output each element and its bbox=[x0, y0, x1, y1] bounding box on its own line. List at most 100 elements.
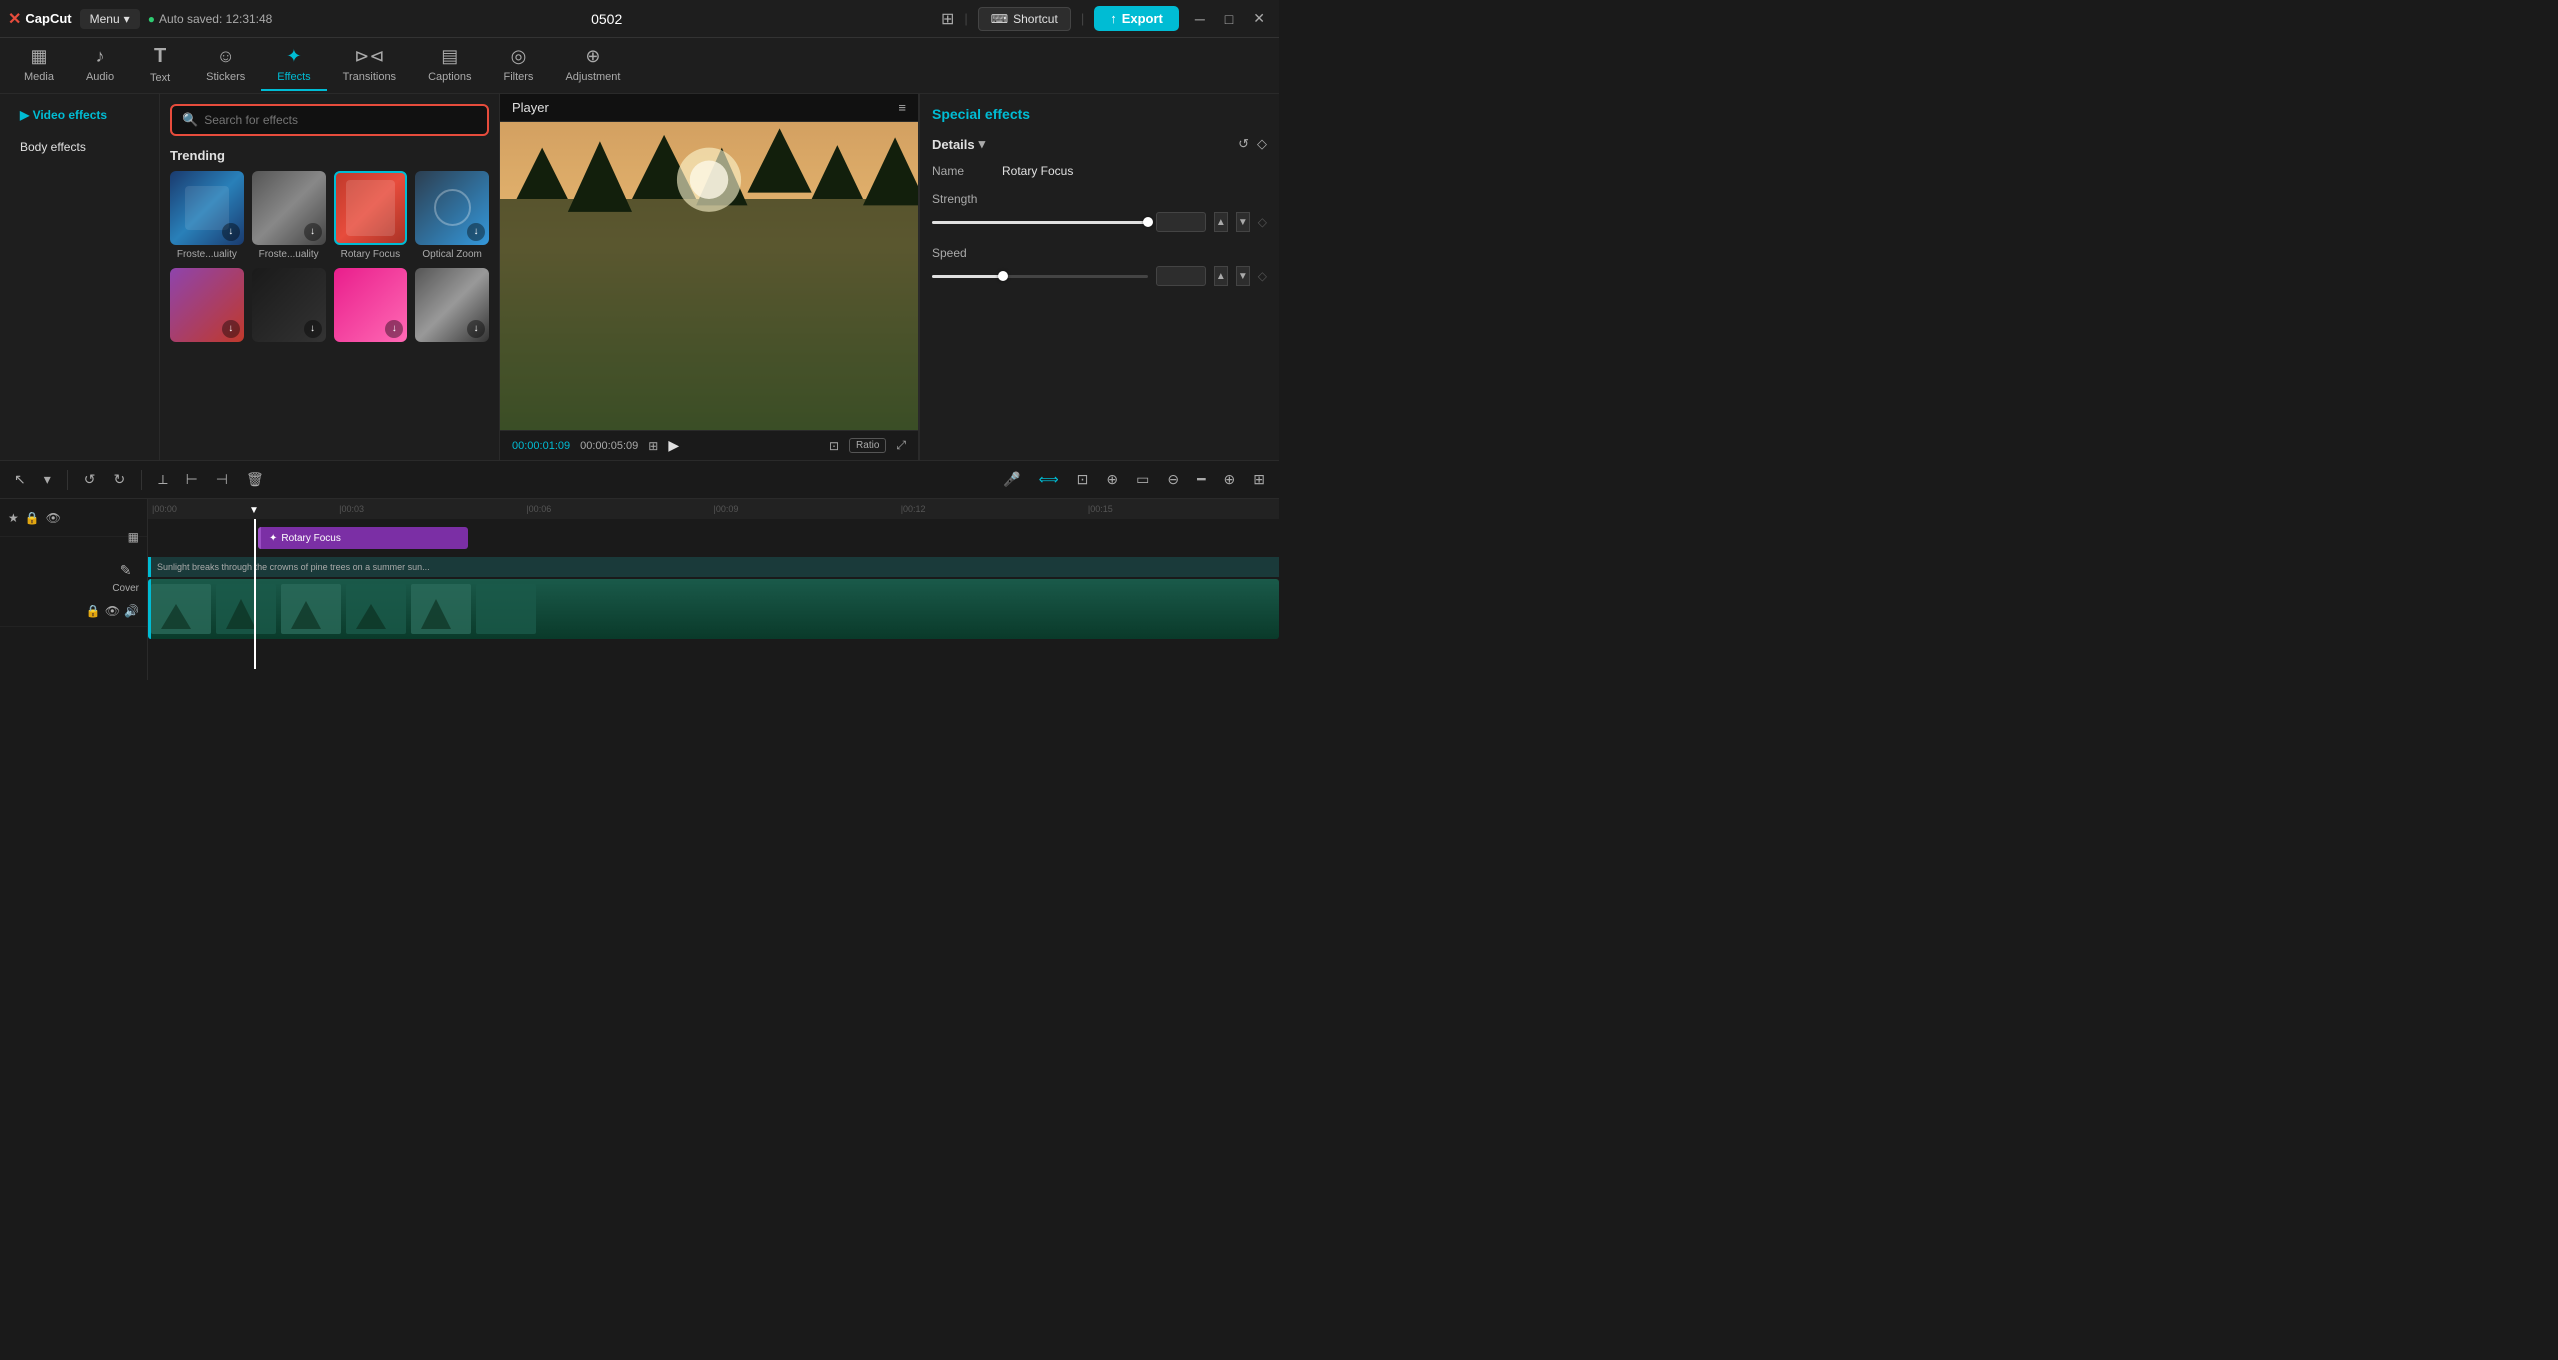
layout-icon[interactable]: ⊞ bbox=[941, 9, 954, 29]
menu-button[interactable]: Menu ▾ bbox=[80, 9, 140, 29]
align-button[interactable]: ⊕ bbox=[1100, 468, 1124, 491]
details-title: Details ▾ bbox=[932, 136, 985, 152]
body-effects-button[interactable]: Body effects bbox=[8, 134, 151, 160]
video-caption-text: Sunlight breaks through the crowns of pi… bbox=[157, 562, 430, 572]
strength-input[interactable]: 100 bbox=[1156, 212, 1206, 232]
effect-card-5[interactable]: ↓ bbox=[170, 268, 244, 346]
subtitle-button[interactable]: ▭ bbox=[1130, 468, 1155, 491]
eye-icon-video[interactable]: 👁 bbox=[105, 604, 120, 618]
grid-icon[interactable]: ⊞ bbox=[648, 439, 658, 453]
audio-icon-video[interactable]: 🔊 bbox=[124, 604, 139, 618]
redo-button[interactable]: ↻ bbox=[108, 468, 132, 491]
nav-effects[interactable]: ✦ Effects bbox=[261, 40, 326, 91]
player-area: Player ≡ bbox=[499, 94, 919, 460]
search-box[interactable]: 🔍 bbox=[170, 104, 489, 136]
nav-text[interactable]: T Text bbox=[130, 39, 190, 92]
effects-track-clip[interactable]: ✦ Rotary Focus bbox=[258, 527, 468, 549]
search-input[interactable] bbox=[204, 113, 477, 127]
cover-label: Cover bbox=[112, 583, 139, 594]
player-menu-icon[interactable]: ≡ bbox=[898, 100, 906, 115]
undo-button[interactable]: ↺ bbox=[78, 468, 102, 491]
speed-up-button[interactable]: ▲ bbox=[1214, 266, 1228, 286]
lock-icon-effects[interactable]: 🔒 bbox=[25, 511, 40, 525]
effect-thumb-1: ↓ bbox=[170, 171, 244, 245]
zoom-in-button[interactable]: ⊕ bbox=[1218, 468, 1242, 491]
effect-card-3[interactable]: Rotary Focus bbox=[334, 171, 408, 260]
effect-card-7[interactable]: ↓ bbox=[334, 268, 408, 346]
strength-thumb[interactable] bbox=[1143, 217, 1153, 227]
effect-label-3: Rotary Focus bbox=[341, 249, 400, 260]
mic-button[interactable]: 🎤 bbox=[997, 468, 1026, 491]
lock-icon-video[interactable]: 🔒 bbox=[86, 604, 101, 618]
strength-track[interactable] bbox=[932, 221, 1148, 224]
video-track-header: ▦ ✎ Cover 🔒 👁 🔊 bbox=[0, 537, 147, 627]
speed-track[interactable] bbox=[932, 275, 1148, 278]
strength-reset-icon[interactable]: ◇ bbox=[1258, 215, 1267, 229]
video-effects-button[interactable]: Video effects bbox=[8, 102, 151, 128]
details-actions: ↺ ◇ bbox=[1238, 136, 1267, 152]
video-caption-bar[interactable]: Sunlight breaks through the crowns of pi… bbox=[148, 557, 1279, 577]
diamond-icon[interactable]: ◇ bbox=[1257, 136, 1267, 152]
fullscreen-icon[interactable]: ⤢ bbox=[896, 438, 906, 453]
download-icon-8: ↓ bbox=[467, 320, 485, 338]
nav-audio[interactable]: ♪ Audio bbox=[70, 40, 130, 91]
star-icon[interactable]: ★ bbox=[8, 511, 19, 525]
nav-media-label: Media bbox=[24, 71, 54, 83]
video-clip[interactable] bbox=[148, 579, 1279, 639]
ratio-button[interactable]: Ratio bbox=[849, 438, 886, 453]
undo-icon[interactable]: ↺ bbox=[1238, 136, 1249, 152]
player-controls: 00:00:01:09 00:00:05:09 ⊞ ▶ ⊡ Ratio ⤢ bbox=[500, 430, 918, 460]
nav-captions[interactable]: ▤ Captions bbox=[412, 40, 487, 91]
split-button[interactable]: ⟂ bbox=[152, 468, 173, 491]
zoom-slider[interactable]: ━ bbox=[1191, 468, 1211, 491]
nav-adjustment[interactable]: ⊕ Adjustment bbox=[549, 40, 636, 91]
adjustment-icon: ⊕ bbox=[585, 46, 600, 67]
play-button[interactable]: ▶ bbox=[668, 437, 679, 454]
nav-transitions[interactable]: ⊳⊲ Transitions bbox=[327, 40, 412, 91]
playhead[interactable] bbox=[254, 519, 256, 669]
maximize-button[interactable]: □ bbox=[1219, 9, 1239, 29]
shortcut-button[interactable]: ⌨ Shortcut bbox=[978, 7, 1071, 31]
close-button[interactable]: ✕ bbox=[1247, 8, 1271, 29]
toolbar-sep-1 bbox=[67, 470, 68, 490]
window-controls: ─ □ ✕ bbox=[1189, 8, 1271, 29]
magnet-button[interactable]: ⊡ bbox=[1071, 468, 1095, 491]
snap-button[interactable]: ⟺ bbox=[1033, 468, 1065, 491]
nav-stickers[interactable]: ☺ Stickers bbox=[190, 40, 261, 91]
speed-reset-icon[interactable]: ◇ bbox=[1258, 269, 1267, 283]
strength-row: Strength 100 ▲ ▼ ◇ bbox=[932, 192, 1267, 232]
eye-icon-effects[interactable]: 👁 bbox=[46, 511, 61, 525]
effect-label-1: Froste...uality bbox=[177, 249, 237, 260]
minimize-button[interactable]: ─ bbox=[1189, 9, 1211, 29]
select-dropdown-button[interactable]: ▾ bbox=[38, 468, 57, 491]
effect-card-4[interactable]: ↓ Optical Zoom bbox=[415, 171, 489, 260]
nav-filters[interactable]: ◎ Filters bbox=[487, 40, 549, 91]
strength-down-button[interactable]: ▼ bbox=[1236, 212, 1250, 232]
delete-button[interactable]: 🗑 bbox=[240, 468, 270, 491]
rotary-focus-clip[interactable]: ✦ Rotary Focus bbox=[258, 527, 468, 549]
download-icon-5: ↓ bbox=[222, 320, 240, 338]
select-tool-button[interactable]: ↖ bbox=[8, 468, 32, 491]
nav-media[interactable]: ▦ Media bbox=[8, 40, 70, 91]
download-icon-2: ↓ bbox=[304, 223, 322, 241]
trim-right-button[interactable]: ⊣ bbox=[210, 468, 234, 491]
fit-button[interactable]: ⊞ bbox=[1247, 468, 1271, 491]
effect-card-6[interactable]: ↓ bbox=[252, 268, 326, 346]
effect-card-8[interactable]: ↓ bbox=[415, 268, 489, 346]
ruler-marks: |00:00 |00:03 |00:06 |00:09 |00:12 |00:1… bbox=[152, 504, 1275, 514]
cover-pen-icon[interactable]: ✎ bbox=[120, 562, 132, 579]
zoom-out-button[interactable]: ⊖ bbox=[1161, 468, 1185, 491]
strength-up-button[interactable]: ▲ bbox=[1214, 212, 1228, 232]
speed-down-button[interactable]: ▼ bbox=[1236, 266, 1250, 286]
speed-thumb[interactable] bbox=[998, 271, 1008, 281]
video-track-icon[interactable]: ▦ bbox=[128, 530, 139, 544]
crop-icon[interactable]: ⊡ bbox=[829, 439, 839, 453]
export-button[interactable]: ↑ Export bbox=[1094, 6, 1179, 31]
speed-input[interactable]: 33 bbox=[1156, 266, 1206, 286]
video-frame bbox=[500, 122, 918, 430]
effect-card-1[interactable]: ↓ Froste...uality bbox=[170, 171, 244, 260]
effects-track-header: ★ 🔒 👁 bbox=[0, 499, 147, 537]
effect-card-2[interactable]: ↓ Froste...uality bbox=[252, 171, 326, 260]
trim-left-button[interactable]: ⊢ bbox=[180, 468, 204, 491]
export-icon: ↑ bbox=[1110, 11, 1117, 26]
